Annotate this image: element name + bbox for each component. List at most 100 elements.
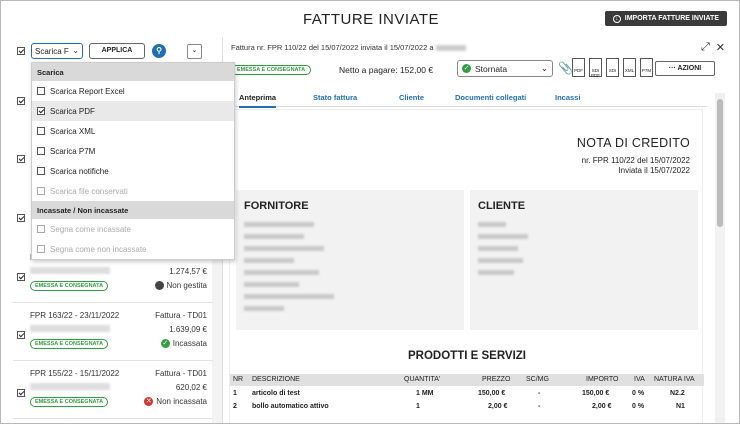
cross-icon: ✕: [144, 397, 154, 406]
redacted-line: [244, 282, 299, 287]
redacted-line: [478, 246, 518, 251]
item-label: Scarica Report Excel: [50, 86, 125, 96]
table-row: 1 articolo di test 1 MM 150,00 € - 150,0…: [230, 388, 704, 400]
redacted-line: [478, 234, 528, 239]
detail-header: Fattura nr. FPR 110/22 del 15/07/2022 in…: [231, 43, 466, 52]
invoice-state-select[interactable]: ✓ Stornata ⌄: [457, 60, 553, 77]
actions-label: AZIONI: [677, 65, 702, 72]
cell: 2,00 €: [488, 403, 508, 410]
invoice-amount: 1.639,09 €: [169, 325, 207, 334]
row-checkbox[interactable]: [17, 97, 25, 105]
tab-incassi[interactable]: Incassi: [555, 93, 580, 102]
item-label: Scarica notifiche: [50, 166, 109, 176]
cell: 150,00 €: [478, 390, 506, 397]
list-item[interactable]: FPR 163/22 - 23/11/2022 Fattura - TD01 1…: [13, 303, 213, 361]
document-number-line: nr. FPR 110/22 del 15/07/2022: [581, 156, 690, 165]
search-icon[interactable]: ⚲: [152, 44, 166, 58]
cell: articolo di test: [252, 390, 300, 397]
expand-toggle-button[interactable]: ⌄: [187, 44, 202, 59]
item-label: Segna come incassate: [50, 224, 131, 234]
cell: 0 %: [632, 403, 645, 410]
col-header: NR: [233, 376, 244, 383]
customer-name-redacted: [30, 383, 110, 390]
table-header: NR DESCRIZIONE QUANTITA' PREZZO SC/MG IM…: [230, 374, 704, 386]
item-checkbox[interactable]: [37, 107, 45, 115]
supplier-label: FORNITORE: [244, 200, 309, 212]
row-checkbox[interactable]: [17, 155, 25, 163]
detail-tabs: Anteprima Stato fattura Cliente Document…: [229, 89, 707, 108]
bulk-action-select[interactable]: Scarica F ⌄: [31, 43, 83, 59]
item-label: Segna come non incassate: [50, 244, 147, 254]
tab-cliente[interactable]: Cliente: [399, 93, 424, 102]
document-title: NOTA DI CREDITO: [576, 136, 690, 150]
item-checkbox[interactable]: [37, 87, 45, 95]
dropdown-item-p7m[interactable]: Scarica P7M: [32, 141, 234, 161]
attachment-icon[interactable]: 📎: [558, 61, 573, 75]
cell: N2.2: [670, 390, 685, 397]
invoice-type: Fattura - TD01: [155, 311, 207, 320]
tab-documenti-collegati[interactable]: Documenti collegati: [455, 93, 526, 102]
chevron-down-icon: ⌄: [540, 63, 548, 73]
redacted-line: [244, 294, 334, 299]
cell: 2: [233, 403, 237, 410]
pdf-file-icon[interactable]: PDF: [572, 58, 585, 77]
invoice-amount: 1.274,57 €: [169, 267, 207, 276]
customer-name-redacted: [30, 267, 110, 274]
row-checkbox[interactable]: [17, 389, 25, 397]
item-checkbox[interactable]: [37, 167, 45, 175]
col-header: SC/MG: [526, 376, 549, 383]
tab-stato-fattura[interactable]: Stato fattura: [313, 93, 357, 102]
bulk-action-dropdown: Scarica Scarica Report Excel Scarica PDF…: [31, 62, 235, 260]
dropdown-item-mark-paid: Segna come incassate: [32, 219, 234, 239]
col-header: NATURA IVA: [654, 376, 695, 383]
dropdown-item-report-excel[interactable]: Scarica Report Excel: [32, 81, 234, 101]
cell: 150,00 €: [582, 390, 610, 397]
item-label: Scarica PDF: [50, 106, 95, 116]
invoice-code: FPR 155/22 - 15/11/2022: [30, 369, 120, 378]
netto-amount: Netto a pagare: 152,00 €: [339, 65, 434, 75]
row-checkbox[interactable]: [17, 273, 25, 281]
chevron-down-icon: ⌄: [72, 46, 79, 55]
xml-file-icon[interactable]: XML: [623, 58, 636, 77]
status-badge: EMESSA E CONSEGNATA: [30, 339, 109, 349]
apply-button[interactable]: APPLICA: [89, 43, 145, 59]
preview-scrollbar[interactable]: [715, 93, 725, 423]
dropdown-item-pdf[interactable]: Scarica PDF: [32, 101, 234, 121]
item-checkbox[interactable]: [37, 127, 45, 135]
payment-status: Non gestita: [154, 281, 207, 290]
tab-anteprima[interactable]: Anteprima: [239, 93, 277, 108]
item-checkbox[interactable]: [37, 147, 45, 155]
redacted-line: [478, 258, 523, 263]
payment-status-text: Non gestita: [166, 281, 207, 290]
expand-icon[interactable]: ⤢: [701, 41, 710, 54]
dropdown-group-header: Incassate / Non incassate: [32, 201, 234, 219]
col-header: IVA: [634, 376, 645, 383]
row-checkbox[interactable]: [17, 331, 25, 339]
invoice-state-value: Stornata: [475, 63, 508, 74]
cell: 1: [416, 403, 420, 410]
close-icon[interactable]: ✕: [716, 41, 725, 54]
p7m-file-icon[interactable]: P7M: [640, 58, 653, 77]
actions-button[interactable]: ··· AZIONI: [655, 61, 715, 76]
redacted-line: [478, 270, 514, 275]
row-checkbox[interactable]: [17, 214, 25, 222]
status-dot-icon: [154, 281, 164, 290]
redacted-line: [244, 222, 314, 227]
dropdown-item-notifiche[interactable]: Scarica notifiche: [32, 161, 234, 181]
redacted-line: [244, 234, 304, 239]
preview-scrollbar-thumb[interactable]: [717, 99, 723, 227]
select-all-checkbox[interactable]: [17, 47, 25, 55]
cell: N1: [676, 403, 685, 410]
sdi-file-icon[interactable]: SDI: [606, 58, 619, 77]
products-title: PRODOTTI E SERVIZI: [408, 350, 526, 362]
check-icon: ✓: [462, 64, 471, 73]
cell: 1 MM: [416, 390, 434, 397]
list-item[interactable]: FPR 155/22 - 15/11/2022 Fattura - TD01 6…: [13, 361, 213, 419]
sdi-pdf-file-icon[interactable]: SDI PDF: [589, 58, 602, 78]
col-header: IMPORTO: [586, 376, 619, 383]
customer-name-redacted: [30, 325, 110, 332]
cell: -: [538, 403, 541, 410]
item-checkbox: [37, 187, 45, 195]
import-invoices-button[interactable]: ↓ IMPORTA FATTURE INVIATE: [604, 11, 727, 26]
dropdown-item-xml[interactable]: Scarica XML: [32, 121, 234, 141]
